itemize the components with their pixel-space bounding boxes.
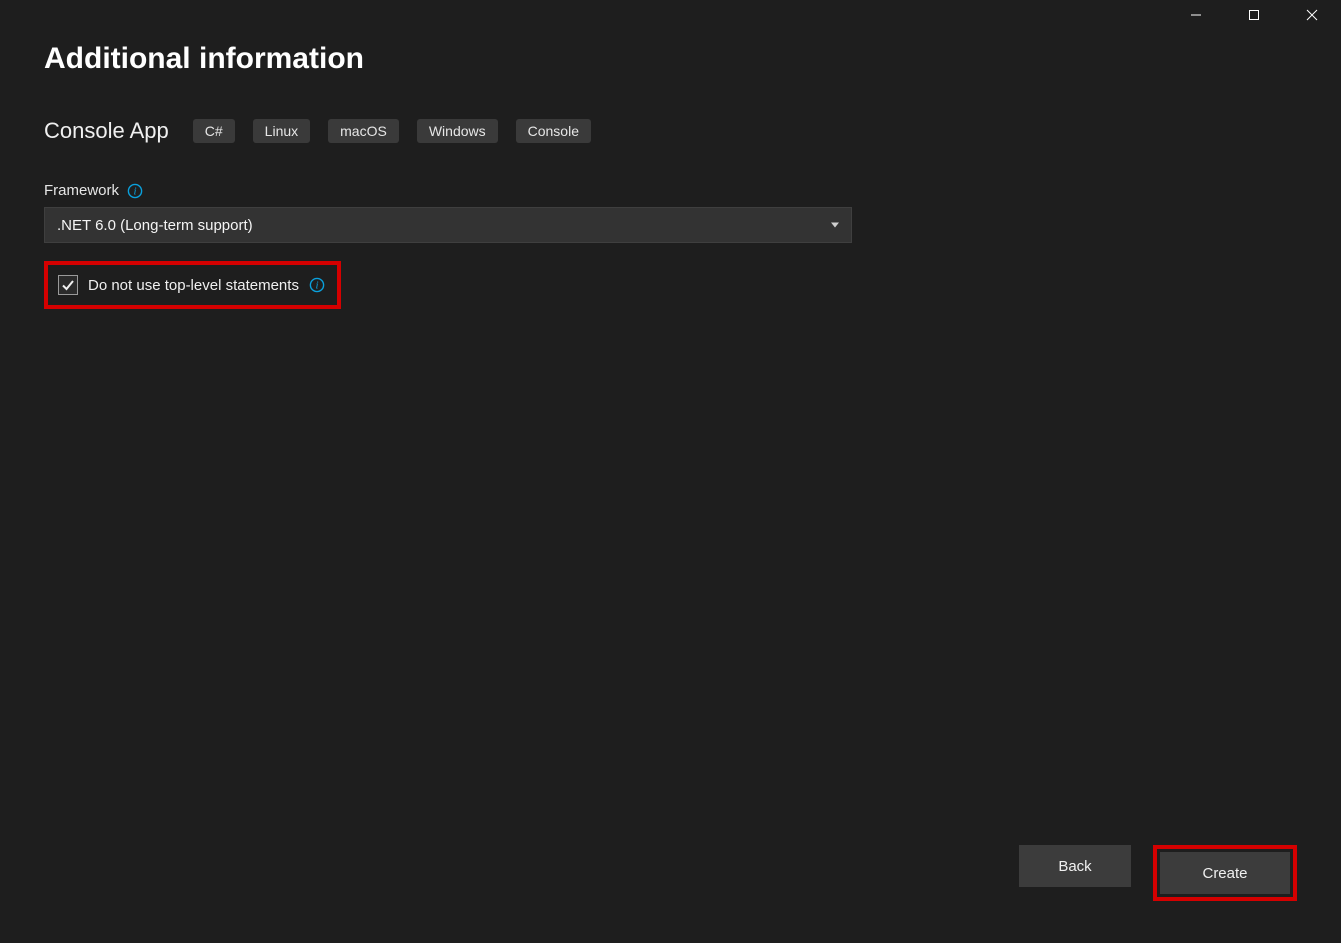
minimize-icon: [1190, 9, 1202, 21]
highlight-create-button: Create: [1153, 845, 1297, 901]
top-level-statements-label: Do not use top-level statements: [88, 277, 299, 294]
maximize-button[interactable]: [1225, 0, 1283, 30]
footer: Back Create: [0, 845, 1341, 901]
info-icon[interactable]: i: [309, 277, 325, 293]
project-subtitle-row: Console App C# Linux macOS Windows Conso…: [44, 118, 1297, 144]
highlight-top-level-statements: Do not use top-level statements i: [44, 261, 341, 309]
check-icon: [61, 278, 75, 292]
project-tag: Console: [516, 119, 591, 143]
svg-text:i: i: [133, 185, 136, 197]
framework-selected: .NET 6.0 (Long-term support): [57, 217, 253, 234]
titlebar: [1167, 0, 1341, 34]
info-icon[interactable]: i: [127, 183, 143, 199]
minimize-button[interactable]: [1167, 0, 1225, 30]
svg-text:i: i: [315, 280, 318, 292]
window-root: Additional information Console App C# Li…: [0, 0, 1341, 943]
framework-label: Framework: [44, 182, 119, 199]
top-level-statements-checkbox[interactable]: [58, 275, 78, 295]
chevron-down-icon: [831, 223, 839, 228]
project-subtitle: Console App: [44, 118, 169, 144]
framework-label-row: Framework i: [44, 182, 1297, 199]
project-tag: macOS: [328, 119, 399, 143]
page-title: Additional information: [44, 42, 1297, 76]
project-tag: C#: [193, 119, 235, 143]
content-area: Additional information Console App C# Li…: [0, 0, 1341, 309]
close-button[interactable]: [1283, 0, 1341, 30]
maximize-icon: [1248, 9, 1260, 21]
close-icon: [1306, 9, 1318, 21]
project-tag: Windows: [417, 119, 498, 143]
framework-dropdown[interactable]: .NET 6.0 (Long-term support): [44, 207, 852, 243]
project-tag: Linux: [253, 119, 310, 143]
create-button[interactable]: Create: [1160, 852, 1290, 894]
back-button[interactable]: Back: [1019, 845, 1131, 887]
